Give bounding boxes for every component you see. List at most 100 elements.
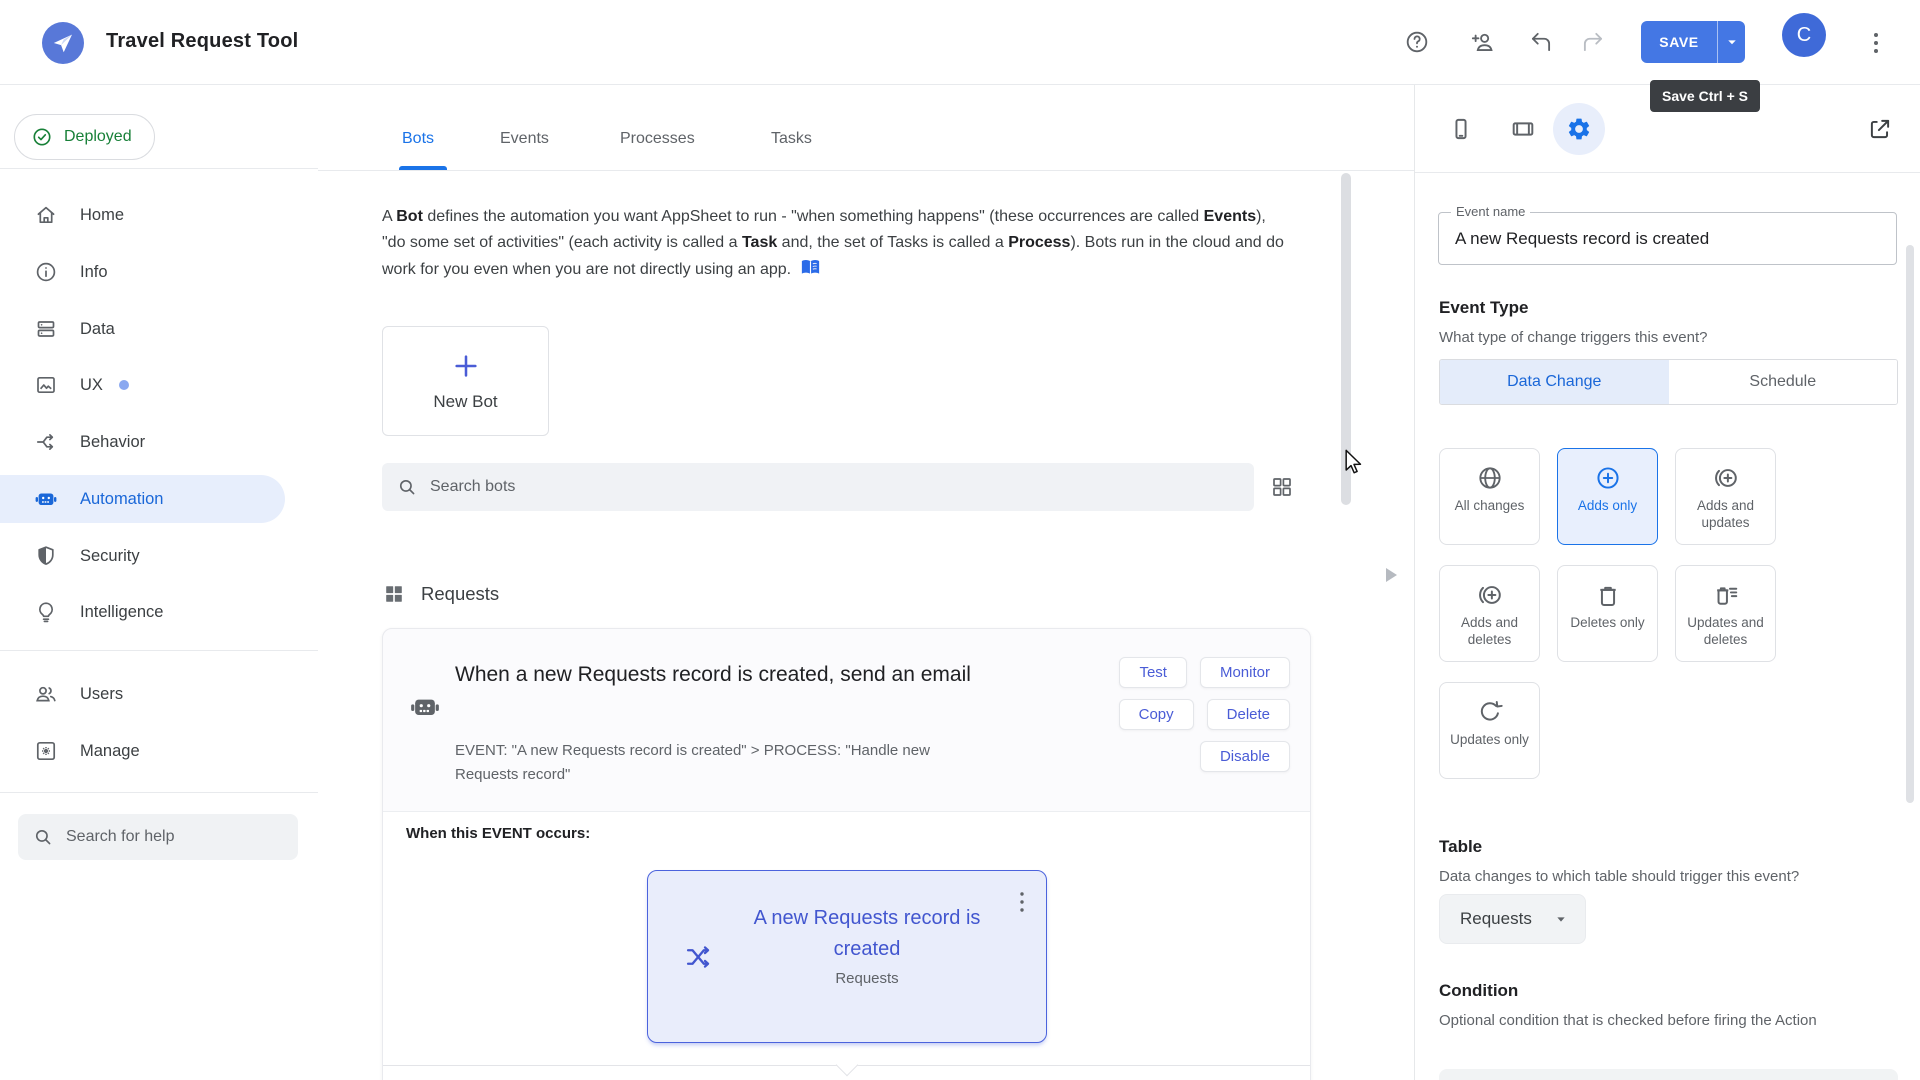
table-heading: Table	[1439, 837, 1483, 856]
bot-meta: EVENT: "A new Requests record is created…	[455, 742, 930, 783]
split-arrows-icon	[34, 430, 58, 454]
save-dropdown-button[interactable]	[1718, 21, 1745, 63]
docs-book-icon[interactable]	[799, 256, 822, 279]
monitor-button[interactable]: Monitor	[1199, 657, 1290, 688]
event-name-input[interactable]	[1439, 213, 1896, 264]
table-select[interactable]: Requests	[1439, 894, 1586, 944]
new-bot-button[interactable]: New Bot	[382, 326, 549, 436]
paper-plane-icon	[51, 31, 75, 55]
option-updates-and-deletes[interactable]: Updates and deletes	[1675, 565, 1776, 662]
tab-bots[interactable]: Bots	[402, 130, 434, 148]
info-icon	[34, 260, 58, 284]
tab-events[interactable]: Events	[500, 130, 549, 148]
toggle-data-change[interactable]: Data Change	[1440, 360, 1669, 404]
help-icon[interactable]	[1404, 29, 1430, 55]
phone-preview-icon[interactable]	[1448, 116, 1474, 142]
sidebar-item-data[interactable]: Data	[0, 305, 285, 353]
event-type-heading: Event Type	[1439, 298, 1529, 317]
users-icon	[34, 682, 58, 706]
tab-processes[interactable]: Processes	[620, 130, 695, 148]
option-adds-and-deletes[interactable]: Adds and deletes	[1439, 565, 1540, 662]
open-in-new-icon[interactable]	[1867, 116, 1893, 142]
help-search[interactable]	[18, 814, 298, 860]
sidebar: Deployed Home Info Data UX Behavior Auto…	[0, 85, 318, 1080]
event-card[interactable]: A new Requests record is created Request…	[647, 870, 1047, 1043]
table-question: Data changes to which table should trigg…	[1439, 868, 1800, 885]
copy-button[interactable]: Copy	[1118, 699, 1194, 730]
test-button[interactable]: Test	[1119, 657, 1187, 688]
gear-icon	[1566, 116, 1592, 142]
sidebar-item-label: Intelligence	[80, 602, 164, 621]
add-collaborator-icon[interactable]	[1470, 29, 1496, 55]
redo-icon[interactable]	[1580, 29, 1606, 55]
sidebar-item-ux[interactable]: UX	[0, 361, 285, 409]
save-button[interactable]: SAVE	[1641, 21, 1718, 63]
settings-tab[interactable]	[1553, 103, 1605, 155]
shield-icon	[34, 544, 58, 568]
event-card-table: Requests	[835, 970, 899, 987]
bot-actions: Test Monitor Copy Delete Disable	[1118, 657, 1290, 772]
sidebar-item-info[interactable]: Info	[0, 248, 285, 296]
chevron-down-icon	[1723, 33, 1741, 51]
disable-button[interactable]: Disable	[1199, 741, 1290, 772]
robot-icon	[34, 487, 58, 511]
main-scrollbar[interactable]	[1341, 173, 1351, 505]
event-type-toggle: Data Change Schedule	[1439, 359, 1898, 405]
search-bots[interactable]	[382, 463, 1254, 511]
event-type-options: All changes Adds only Adds and updates A…	[1439, 448, 1898, 779]
condition-input[interactable]	[1439, 1069, 1898, 1080]
search-icon	[32, 826, 54, 848]
sidebar-item-home[interactable]: Home	[0, 191, 285, 239]
flow-connector-notch	[835, 1053, 859, 1077]
option-updates-only[interactable]: Updates only	[1439, 682, 1540, 779]
tablet-preview-icon[interactable]	[1510, 116, 1536, 142]
sidebar-item-label: Automation	[80, 489, 164, 508]
lightbulb-icon	[34, 600, 58, 624]
sidebar-item-security[interactable]: Security	[0, 532, 285, 580]
toggle-schedule[interactable]: Schedule	[1668, 360, 1897, 404]
sidebar-item-label: Behavior	[80, 432, 146, 451]
event-type-question: What type of change triggers this event?	[1439, 329, 1708, 346]
panel-divider	[1414, 85, 1415, 1080]
sidebar-item-manage[interactable]: Manage	[0, 727, 285, 775]
save-tooltip: Save Ctrl + S	[1650, 80, 1760, 112]
sidebar-item-automation[interactable]: Automation	[0, 475, 285, 523]
option-adds-only[interactable]: Adds only	[1557, 448, 1658, 545]
sidebar-item-behavior[interactable]: Behavior	[0, 418, 285, 466]
deployed-badge[interactable]: Deployed	[14, 114, 155, 160]
undo-icon[interactable]	[1528, 29, 1554, 55]
event-card-title: A new Requests record is created	[753, 907, 981, 960]
tab-tasks[interactable]: Tasks	[771, 130, 812, 148]
condition-heading: Condition	[1439, 981, 1519, 1000]
save-split-button[interactable]: SAVE	[1641, 21, 1745, 63]
search-bots-input[interactable]	[430, 478, 1130, 496]
more-menu-icon[interactable]	[1864, 29, 1888, 57]
help-search-input[interactable]	[66, 828, 266, 846]
trash-icon	[1594, 581, 1622, 609]
option-all-changes[interactable]: All changes	[1439, 448, 1540, 545]
bot-card[interactable]: When a new Requests record is created, s…	[382, 628, 1311, 1080]
delete-button[interactable]: Delete	[1206, 699, 1290, 730]
ux-notification-dot	[118, 380, 129, 390]
sidebar-item-label: Home	[80, 205, 125, 224]
chevron-down-icon	[1553, 911, 1569, 927]
event-name-field[interactable]: Event name	[1438, 204, 1897, 265]
event-occurs-label: When this EVENT occurs:	[406, 825, 591, 842]
collapse-panel-chevron-icon[interactable]	[1386, 568, 1397, 582]
option-deletes-only[interactable]: Deletes only	[1557, 565, 1658, 662]
avatar[interactable]: C	[1782, 13, 1826, 57]
event-name-label: Event name	[1451, 204, 1531, 219]
plus-circle-icon	[1594, 464, 1622, 492]
section-title: Requests	[421, 583, 500, 604]
gear-square-icon	[34, 739, 58, 763]
event-card-menu-icon[interactable]	[1012, 889, 1032, 915]
panel-scrollbar[interactable]	[1906, 245, 1914, 803]
sidebar-item-users[interactable]: Users	[0, 670, 285, 718]
option-adds-and-updates[interactable]: Adds and updates	[1675, 448, 1776, 545]
trash-sweep-icon	[1712, 581, 1740, 609]
grid-view-icon[interactable]	[1270, 475, 1294, 499]
table-section-header: Requests	[383, 583, 499, 605]
sidebar-item-label: Security	[80, 546, 140, 565]
sidebar-item-label: Data	[80, 319, 115, 338]
sidebar-item-intelligence[interactable]: Intelligence	[0, 588, 285, 636]
